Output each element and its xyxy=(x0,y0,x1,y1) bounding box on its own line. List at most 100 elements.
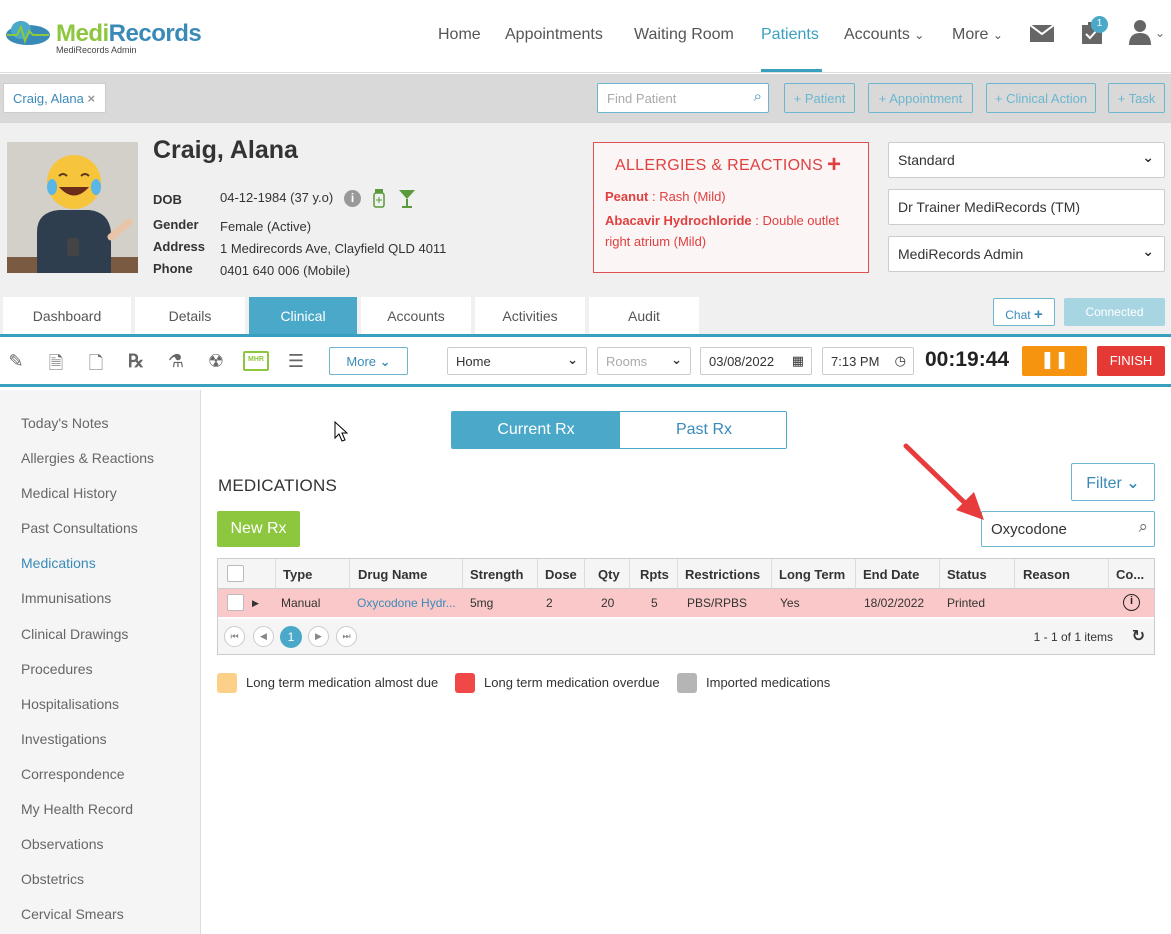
column-header-dose[interactable]: Dose xyxy=(545,567,577,582)
info-icon[interactable]: i xyxy=(344,190,361,207)
patient-tab[interactable]: Craig, Alana × xyxy=(3,83,106,113)
mail-icon[interactable] xyxy=(1030,25,1054,42)
sidebar-item-obstetrics[interactable]: Obstetrics xyxy=(21,871,84,887)
calendar-icon[interactable]: ▦ xyxy=(792,353,804,369)
finish-button[interactable]: FINISH xyxy=(1097,346,1165,376)
encounter-date-input[interactable]: 03/08/2022 ▦ xyxy=(700,347,812,375)
column-header-restrictions[interactable]: Restrictions xyxy=(685,567,760,582)
sidebar-item-hospitalisations[interactable]: Hospitalisations xyxy=(21,696,119,712)
sidebar-item-medical-history[interactable]: Medical History xyxy=(21,485,117,501)
medication-bottle-icon[interactable] xyxy=(372,189,386,208)
my-health-record-icon[interactable]: MHR xyxy=(243,351,269,371)
education-icon[interactable]: ☰ xyxy=(285,351,307,373)
chevron-down-icon[interactable]: ⌄ xyxy=(1155,26,1165,40)
column-header-strength[interactable]: Strength xyxy=(470,567,523,582)
column-header-qty[interactable]: Qty xyxy=(598,567,620,582)
column-header-end-date[interactable]: End Date xyxy=(863,567,919,582)
previous-page-icon[interactable]: ◀ xyxy=(253,626,274,647)
tab-audit[interactable]: Audit xyxy=(589,297,699,334)
table-row[interactable]: ▶ Manual Oxycodone Hydr... 5mg 2 20 5 PB… xyxy=(218,589,1154,617)
rooms-select[interactable]: Rooms ⌄ xyxy=(597,347,691,375)
mouse-cursor-icon xyxy=(334,421,348,442)
nav-appointments[interactable]: Appointments xyxy=(505,26,603,44)
column-header-status[interactable]: Status xyxy=(947,567,987,582)
sidebar-item-procedures[interactable]: Procedures xyxy=(21,661,93,677)
medication-search-input[interactable]: Oxycodone ⌕ xyxy=(981,511,1155,547)
last-page-icon[interactable]: ⏭ xyxy=(336,626,357,647)
more-tools-button[interactable]: More ⌄ xyxy=(329,347,408,375)
row-checkbox[interactable] xyxy=(227,594,244,611)
chat-button[interactable]: Chat + xyxy=(993,298,1055,326)
nav-patients[interactable]: Patients xyxy=(761,26,819,44)
provider-field[interactable]: Dr Trainer MediRecords (TM) xyxy=(888,189,1165,225)
radiology-icon[interactable]: ☢ xyxy=(205,351,227,373)
user-avatar-icon[interactable] xyxy=(1129,19,1151,45)
encounter-location-select[interactable]: Home ⌄ xyxy=(447,347,587,375)
sidebar-item-investigations[interactable]: Investigations xyxy=(21,731,107,747)
refresh-icon[interactable]: ↻ xyxy=(1132,626,1145,646)
add-allergy-icon[interactable]: + xyxy=(827,151,841,179)
sidebar-item-past-consultations[interactable]: Past Consultations xyxy=(21,520,138,536)
patient-photo xyxy=(7,142,138,273)
billing-select[interactable]: Standard ⌄ xyxy=(888,142,1165,178)
connected-button[interactable]: Connected xyxy=(1064,298,1165,326)
info-icon[interactable]: i xyxy=(1123,594,1140,611)
alcohol-glass-icon[interactable] xyxy=(398,189,416,208)
add-task-button[interactable]: + Task xyxy=(1108,83,1165,113)
brand-logo[interactable]: MediRecords xyxy=(56,20,202,48)
column-header-comments[interactable]: Co... xyxy=(1116,567,1144,582)
sidebar-item-clinical-drawings[interactable]: Clinical Drawings xyxy=(21,626,128,642)
column-header-drug-name[interactable]: Drug Name xyxy=(358,567,427,582)
current-page-button[interactable]: 1 xyxy=(280,626,302,648)
document-icon[interactable]: 🗋 xyxy=(85,351,107,373)
sidebar-item-cervical-smears[interactable]: Cervical Smears xyxy=(21,906,124,922)
tab-activities[interactable]: Activities xyxy=(475,297,585,334)
sidebar-item-todays-notes[interactable]: Today's Notes xyxy=(21,415,109,431)
tab-accounts[interactable]: Accounts xyxy=(361,297,471,334)
past-rx-button[interactable]: Past Rx xyxy=(620,412,786,448)
column-header-reason[interactable]: Reason xyxy=(1023,567,1070,582)
tab-dashboard[interactable]: Dashboard xyxy=(3,297,131,334)
patient-header: Craig, Alana DOB 04-12-1984 (37 y.o) i G… xyxy=(0,123,1171,295)
nav-more[interactable]: More ⌄ xyxy=(952,26,1003,44)
sidebar-item-my-health-record[interactable]: My Health Record xyxy=(21,801,133,817)
clock-icon[interactable]: ◷ xyxy=(895,353,906,369)
new-rx-button[interactable]: New Rx xyxy=(217,511,300,547)
location-select[interactable]: MediRecords Admin ⌄ xyxy=(888,236,1165,272)
column-header-rpts[interactable]: Rpts xyxy=(640,567,669,582)
sidebar-item-correspondence[interactable]: Correspondence xyxy=(21,766,125,782)
first-page-icon[interactable]: ⏮ xyxy=(224,626,245,647)
lab-flask-icon[interactable]: ⚗ xyxy=(165,351,187,373)
sidebar-item-observations[interactable]: Observations xyxy=(21,836,103,852)
encounter-time-input[interactable]: 7:13 PM ◷ xyxy=(822,347,914,375)
search-icon[interactable]: ⌕ xyxy=(1138,517,1148,537)
next-page-icon[interactable]: ▶ xyxy=(308,626,329,647)
sidebar-item-medications[interactable]: Medications xyxy=(21,555,96,571)
find-patient-input[interactable]: Find Patient ⌕ xyxy=(597,83,769,113)
column-header-long-term[interactable]: Long Term xyxy=(779,567,845,582)
search-icon[interactable]: ⌕ xyxy=(754,88,762,105)
nav-home[interactable]: Home xyxy=(438,26,481,44)
current-rx-button[interactable]: Current Rx xyxy=(452,412,620,448)
document-search-icon[interactable]: 🗎 xyxy=(45,351,67,373)
column-divider xyxy=(629,559,630,589)
expand-row-icon[interactable]: ▶ xyxy=(252,598,259,609)
cell-drug-name[interactable]: Oxycodone Hydr... xyxy=(357,596,456,610)
nav-waiting-room[interactable]: Waiting Room xyxy=(634,26,734,44)
sidebar-item-allergies[interactable]: Allergies & Reactions xyxy=(21,450,154,466)
nav-accounts[interactable]: Accounts ⌄ xyxy=(844,26,924,44)
tab-details[interactable]: Details xyxy=(135,297,245,334)
add-appointment-button[interactable]: + Appointment xyxy=(868,83,973,113)
notes-icon[interactable]: ✎ xyxy=(5,351,27,373)
pause-button[interactable]: ❚❚ xyxy=(1022,346,1087,376)
close-icon[interactable]: × xyxy=(87,91,95,106)
add-clinical-action-button[interactable]: + Clinical Action xyxy=(986,83,1096,113)
chevron-down-icon: ⌄ xyxy=(379,354,391,369)
tab-clinical[interactable]: Clinical xyxy=(249,297,357,334)
filter-button[interactable]: Filter ⌄ xyxy=(1071,463,1155,501)
column-header-type[interactable]: Type xyxy=(283,567,312,582)
prescription-icon[interactable]: ℞ xyxy=(125,351,147,373)
select-all-checkbox[interactable] xyxy=(227,565,244,582)
sidebar-item-immunisations[interactable]: Immunisations xyxy=(21,590,111,606)
add-patient-button[interactable]: + Patient xyxy=(784,83,855,113)
